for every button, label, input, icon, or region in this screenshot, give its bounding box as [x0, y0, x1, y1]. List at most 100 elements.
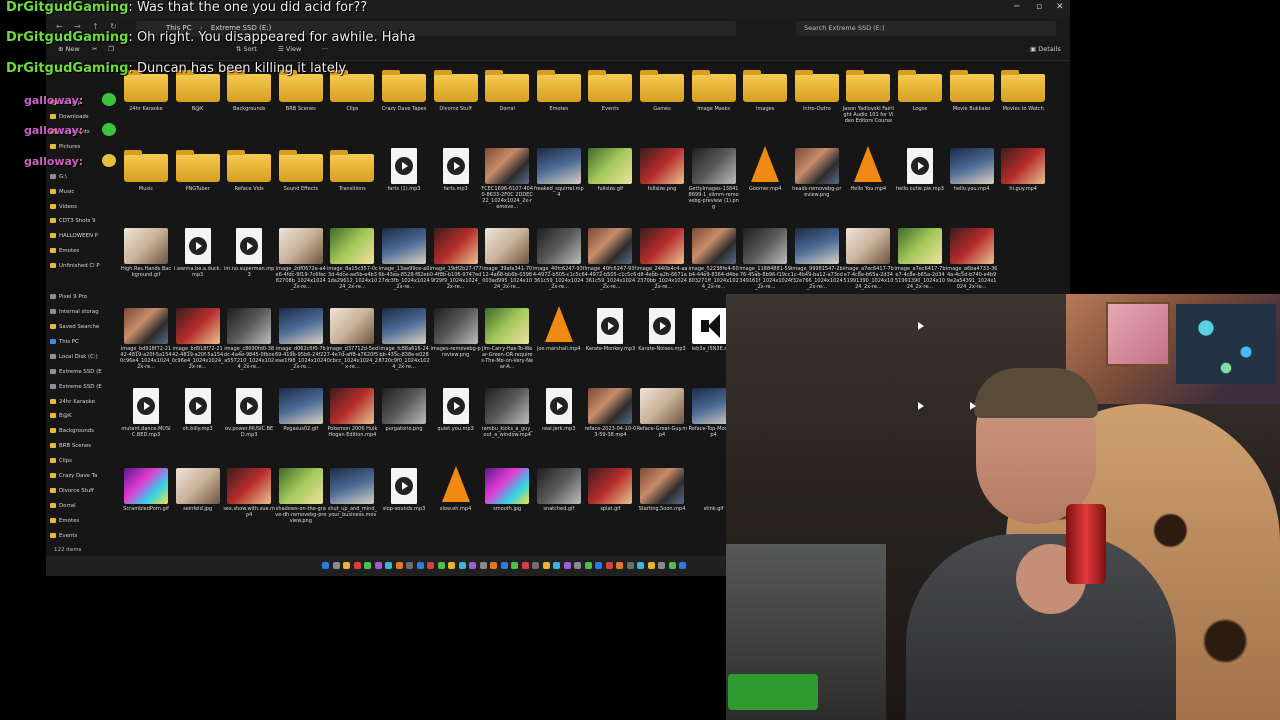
- file-item[interactable]: Pegasus02.gif: [275, 380, 327, 460]
- file-item[interactable]: Hello You.mp4: [842, 140, 894, 220]
- taskbar-app-icon[interactable]: [500, 562, 508, 569]
- taskbar-app-icon[interactable]: [416, 562, 424, 569]
- folder-item[interactable]: Events: [584, 60, 636, 140]
- file-item[interactable]: joe.marshall.mp4: [533, 300, 585, 380]
- file-item[interactable]: slow.eh.mp4: [430, 460, 482, 540]
- nav-item[interactable]: Local Disk (C:): [50, 352, 114, 362]
- nav-item[interactable]: Pixel 9 Pro: [50, 292, 114, 302]
- file-item[interactable]: ScrambledPorn.gif: [120, 460, 172, 540]
- nav-item[interactable]: Pictures: [50, 142, 114, 152]
- file-item[interactable]: Pokemon 2006 Hulk Hogan Edition.mp4: [326, 380, 378, 460]
- taskbar-app-icon[interactable]: [595, 562, 602, 569]
- taskbar-app-icon[interactable]: [364, 562, 371, 569]
- file-item[interactable]: mutant.dance.MUSIC.BED.mp3: [120, 380, 172, 460]
- file-item[interactable]: Reface-Great-Guy.mp4: [636, 380, 688, 460]
- file-item[interactable]: fullsize.gif: [584, 140, 636, 220]
- file-item[interactable]: freaked_squirrel.mp4: [533, 140, 585, 220]
- details-button[interactable]: ▣ Details: [1030, 45, 1061, 53]
- nav-item[interactable]: Backgrounds: [50, 426, 114, 436]
- taskbar-app-icon[interactable]: [668, 562, 676, 569]
- taskbar-app-icon[interactable]: [532, 562, 539, 569]
- folder-item[interactable]: Logos: [894, 60, 946, 140]
- taskbar-app-icon[interactable]: [385, 562, 392, 569]
- file-item[interactable]: image_a7ec6417-7be7-4c8e-b65a-2d34519913…: [894, 220, 946, 300]
- close-icon[interactable]: ✕: [1056, 2, 1064, 12]
- nav-item[interactable]: Downloads: [50, 112, 114, 122]
- nav-item[interactable]: Videos: [50, 202, 114, 212]
- file-item[interactable]: image_d37712d-5ed7-4e7d-aff8-a7620f50cbc…: [326, 300, 378, 380]
- file-item[interactable]: GettyImages-138418699-1_slimm-removebg-p…: [688, 140, 740, 220]
- taskbar-app-icon[interactable]: [584, 562, 592, 569]
- folder-item[interactable]: Sound Effects: [275, 140, 327, 220]
- taskbar-app-icon[interactable]: [353, 562, 361, 569]
- file-item[interactable]: High.Res.Hands.Background.gif: [120, 220, 172, 300]
- nav-item[interactable]: Dorral: [50, 501, 114, 511]
- file-item[interactable]: image_13ae99ce-a06b-43ea-8528-f82eb27dc3…: [378, 220, 430, 300]
- file-item[interactable]: Karate-Noises.mp3: [636, 300, 688, 380]
- nav-item[interactable]: Events: [50, 531, 114, 541]
- taskbar-app-icon[interactable]: [553, 562, 560, 569]
- maximize-icon[interactable]: ▫: [1036, 2, 1042, 12]
- nav-item[interactable]: BRB Scenes: [50, 441, 114, 451]
- nav-item[interactable]: This PC: [50, 337, 114, 347]
- taskbar-app-icon[interactable]: [679, 562, 686, 569]
- nav-item[interactable]: Extreme SSD (E: [50, 382, 114, 392]
- file-item[interactable]: image_40fc6247-93f4-4972-b505-c1c5c6361c…: [533, 220, 585, 300]
- file-item[interactable]: image_bd918f72-2142-4819-a20f-5a1540c96e…: [172, 300, 224, 380]
- taskbar-app-icon[interactable]: [469, 562, 476, 569]
- nav-item[interactable]: B@K: [50, 411, 114, 421]
- taskbar-app-icon[interactable]: [647, 562, 655, 569]
- nav-item[interactable]: HALLOWEEN P: [50, 231, 114, 241]
- taskbar-app-icon[interactable]: [427, 562, 434, 569]
- file-item[interactable]: slop-sounds.mp3: [378, 460, 430, 540]
- file-item[interactable]: [997, 220, 1049, 300]
- file-item[interactable]: Goomer.mp4: [739, 140, 791, 220]
- file-item[interactable]: splat.gif: [584, 460, 636, 540]
- taskbar-app-icon[interactable]: [626, 562, 634, 569]
- folder-item[interactable]: Movies to Watch: [997, 60, 1049, 140]
- nav-item[interactable]: Emotes: [50, 246, 114, 256]
- taskbar-app-icon[interactable]: [332, 562, 340, 569]
- folder-item[interactable]: Emotes: [533, 60, 585, 140]
- folder-item[interactable]: Transitions: [326, 140, 378, 220]
- file-item[interactable]: Karate-Monkey.mp3: [584, 300, 636, 380]
- file-item[interactable]: sex.show.with.sue.mp4: [223, 460, 275, 540]
- taskbar-app-icon[interactable]: [637, 562, 644, 569]
- file-item[interactable]: snatched.gif: [533, 460, 585, 540]
- file-item[interactable]: seinfeld.jpg: [172, 460, 224, 540]
- file-item[interactable]: oh.billy.mp3: [172, 380, 224, 460]
- file-item[interactable]: reface-2023-04-10-03-59-38.mp4: [584, 380, 636, 460]
- folder-item[interactable]: Crazy Dave Tapes: [378, 60, 430, 140]
- taskbar-app-icon[interactable]: [395, 562, 403, 569]
- file-item[interactable]: shadows-on-the-grave-dh-removebg-preview…: [275, 460, 327, 540]
- folder-item[interactable]: Music: [120, 140, 172, 220]
- file-item[interactable]: ov.power.MUSIC.BED.mp3: [223, 380, 275, 460]
- file-item[interactable]: hello.cutie.pie.mp3: [894, 140, 946, 220]
- file-item[interactable]: images-removebg-preview.png: [430, 300, 482, 380]
- taskbar-app-icon[interactable]: [563, 562, 571, 569]
- folder-item[interactable]: Dorral: [481, 60, 533, 140]
- file-item[interactable]: real.jerk.mp3: [533, 380, 585, 460]
- nav-item[interactable]: 24hr Karaoke: [50, 397, 114, 407]
- taskbar-app-icon[interactable]: [374, 562, 382, 569]
- folder-item[interactable]: Movie Bukkake: [946, 60, 998, 140]
- taskbar-app-icon[interactable]: [343, 562, 350, 569]
- taskbar-app-icon[interactable]: [574, 562, 581, 569]
- taskbar-app-icon[interactable]: [406, 562, 413, 569]
- file-item[interactable]: farts.mp3: [430, 140, 482, 220]
- taskbar-app-icon[interactable]: [616, 562, 623, 569]
- file-item[interactable]: image_39afa341-7012-4a68-bb6b-0398003ad9…: [481, 220, 533, 300]
- nav-item[interactable]: Saved Searche: [50, 322, 114, 332]
- nav-item[interactable]: Clips: [50, 456, 114, 466]
- nav-item[interactable]: Extreme SSD (E: [50, 367, 114, 377]
- file-item[interactable]: hello.you.mp4: [946, 140, 998, 220]
- taskbar-app-icon[interactable]: [521, 562, 529, 569]
- file-item[interactable]: fullsize.png: [636, 140, 688, 220]
- folder-item[interactable]: PNGTuber: [172, 140, 224, 220]
- taskbar-app-icon[interactable]: [458, 562, 466, 569]
- taskbar-app-icon[interactable]: [542, 562, 550, 569]
- minimize-icon[interactable]: ─: [1014, 2, 1019, 12]
- taskbar-app-icon[interactable]: [490, 562, 497, 569]
- file-item[interactable]: farts (1).mp3: [378, 140, 430, 220]
- file-item[interactable]: Starting.Soon.mp4: [636, 460, 688, 540]
